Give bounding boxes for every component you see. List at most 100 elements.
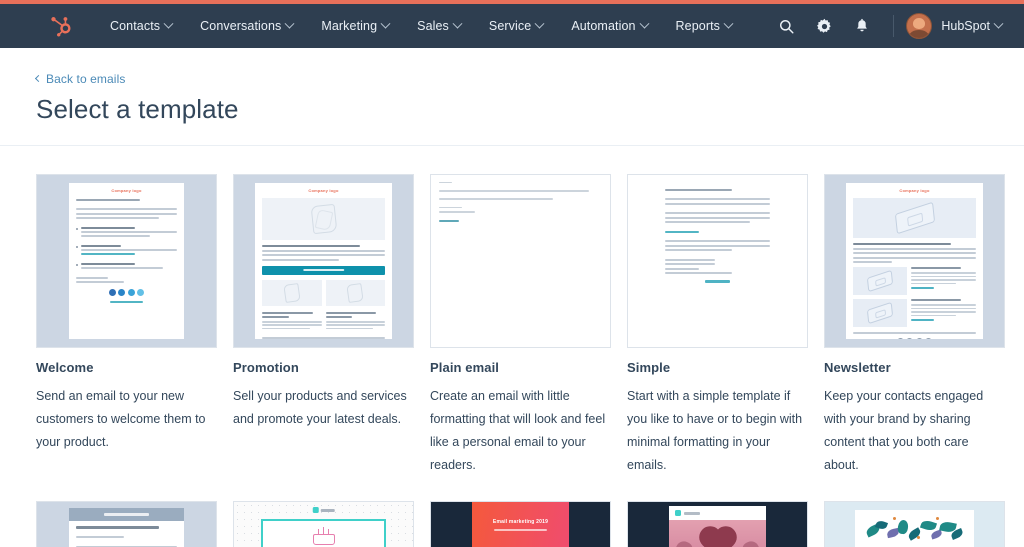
preview-isometric-illustration xyxy=(853,299,907,327)
template-card-simple[interactable]: Simple Start with a simple template if y… xyxy=(627,174,808,478)
template-name: Newsletter xyxy=(824,360,1005,375)
email-preview-email-marketing: Email marketing 2019 xyxy=(472,502,569,547)
email-preview-promotion: Company logo xyxy=(255,183,391,339)
nav-item-label: Contacts xyxy=(110,19,160,33)
template-name: Welcome xyxy=(36,360,217,375)
hubspot-sprocket-icon xyxy=(51,15,73,37)
template-name: Simple xyxy=(627,360,808,375)
botanical-illustration xyxy=(861,514,967,547)
template-card-botanical[interactable] xyxy=(824,501,1005,547)
preview-company-logo-text: Company logo xyxy=(255,188,391,193)
email-preview-feedback-photo xyxy=(669,506,766,547)
chevron-down-icon xyxy=(452,18,462,28)
template-card-newsletter[interactable]: Company logo xyxy=(824,174,1005,478)
template-card-plain-email[interactable]: Plain email Create an email with little … xyxy=(430,174,611,478)
template-card-promotion[interactable]: Company logo xyxy=(233,174,414,478)
preview-brand-mark xyxy=(669,506,766,520)
bell-icon xyxy=(854,18,870,35)
chevron-down-icon xyxy=(724,18,734,28)
account-name-label: HubSpot xyxy=(941,19,990,33)
template-card-feedback-photo[interactable] xyxy=(627,501,808,547)
email-preview-feedback xyxy=(69,508,184,547)
template-card-email-marketing[interactable]: Email marketing 2019 xyxy=(430,501,611,547)
template-name: Plain email xyxy=(430,360,611,375)
preview-header-bar xyxy=(69,508,184,521)
template-description: Keep your contacts engaged with your bra… xyxy=(824,385,1005,478)
notifications-button[interactable] xyxy=(843,7,881,45)
user-avatar[interactable] xyxy=(906,13,932,39)
preview-cta-button xyxy=(262,266,384,275)
email-preview-birthday xyxy=(261,519,386,547)
template-thumbnail xyxy=(824,501,1005,547)
template-thumbnail: Company logo xyxy=(233,174,414,348)
page-header: Back to emails Select a template xyxy=(0,48,1024,146)
page-title: Select a template xyxy=(36,94,988,125)
chevron-down-icon xyxy=(285,18,295,28)
preview-company-logo-text: Company logo xyxy=(846,188,982,193)
nav-item-reports[interactable]: Reports xyxy=(662,13,746,39)
preview-hero-banner: Email marketing 2019 xyxy=(472,502,569,547)
template-description: Create an email with little formatting t… xyxy=(430,385,611,478)
nav-item-service[interactable]: Service xyxy=(475,13,557,39)
preview-image-placeholder xyxy=(262,198,384,240)
email-preview-botanical xyxy=(855,510,973,547)
chevron-down-icon xyxy=(994,18,1004,28)
template-thumbnail xyxy=(627,501,808,547)
preview-social-icons xyxy=(69,289,184,296)
template-thumbnail xyxy=(36,501,217,547)
email-preview-plain xyxy=(431,175,610,347)
template-card-birthday[interactable] xyxy=(233,501,414,547)
preview-cta-link xyxy=(705,280,731,282)
navbar-divider xyxy=(893,15,894,37)
chevron-left-icon xyxy=(35,75,42,82)
nav-item-automation[interactable]: Automation xyxy=(557,13,661,39)
search-button[interactable] xyxy=(767,7,805,45)
birthday-cake-icon xyxy=(313,528,335,545)
nav-item-conversations[interactable]: Conversations xyxy=(186,13,307,39)
preview-isometric-illustration xyxy=(853,267,907,295)
template-card-feedback[interactable] xyxy=(36,501,217,547)
settings-button[interactable] xyxy=(805,7,843,45)
nav-item-label: Conversations xyxy=(200,19,281,33)
template-description: Send an email to your new customers to w… xyxy=(36,385,217,454)
nav-item-label: Service xyxy=(489,19,531,33)
template-thumbnail xyxy=(233,501,414,547)
template-thumbnail: Email marketing 2019 xyxy=(430,501,611,547)
template-grid: Company logo xyxy=(36,174,988,547)
template-thumbnail xyxy=(627,174,808,348)
preview-isometric-illustration xyxy=(853,198,975,238)
email-preview-welcome: Company logo xyxy=(69,183,184,339)
template-thumbnail xyxy=(430,174,611,348)
primary-nav-links: Contacts Conversations Marketing Sales S… xyxy=(96,13,746,39)
chevron-down-icon xyxy=(535,18,545,28)
global-navbar: Contacts Conversations Marketing Sales S… xyxy=(0,4,1024,48)
account-menu[interactable]: HubSpot xyxy=(941,19,1002,33)
heart-icon xyxy=(702,529,733,547)
nav-item-marketing[interactable]: Marketing xyxy=(307,13,403,39)
preview-hero-title: Email marketing 2019 xyxy=(493,519,548,525)
templates-scroll-area[interactable]: Company logo xyxy=(0,146,1024,547)
nav-item-label: Marketing xyxy=(321,19,377,33)
template-thumbnail: Company logo xyxy=(824,174,1005,348)
preview-brand-mark xyxy=(312,507,335,513)
back-link-label: Back to emails xyxy=(46,72,125,86)
search-icon xyxy=(778,18,795,35)
chevron-down-icon xyxy=(164,18,174,28)
chevron-down-icon xyxy=(639,18,649,28)
navbar-right-actions: HubSpot xyxy=(767,7,1002,45)
back-to-emails-link[interactable]: Back to emails xyxy=(36,72,125,86)
hubspot-sprocket-logo[interactable] xyxy=(50,14,74,38)
template-thumbnail: Company logo xyxy=(36,174,217,348)
chevron-down-icon xyxy=(381,18,391,28)
nav-item-label: Automation xyxy=(571,19,635,33)
email-preview-simple xyxy=(658,181,776,341)
template-card-welcome[interactable]: Company logo xyxy=(36,174,217,478)
nav-item-sales[interactable]: Sales xyxy=(403,13,475,39)
template-name: Promotion xyxy=(233,360,414,375)
nav-item-label: Sales xyxy=(417,19,449,33)
nav-item-contacts[interactable]: Contacts xyxy=(96,13,186,39)
preview-hero-photo xyxy=(669,520,766,547)
nav-item-label: Reports xyxy=(676,19,720,33)
email-preview-newsletter: Company logo xyxy=(846,183,982,339)
template-description: Sell your products and services and prom… xyxy=(233,385,414,431)
